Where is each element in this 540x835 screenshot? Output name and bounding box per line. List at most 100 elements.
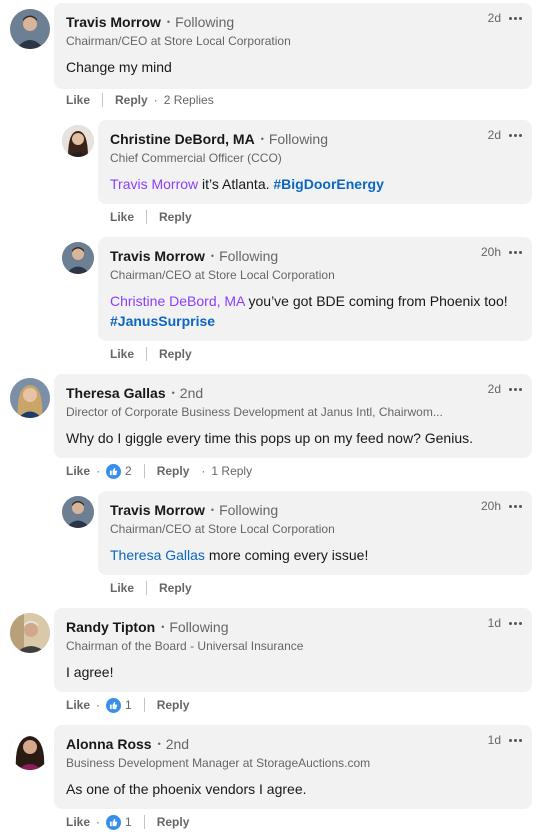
- text-fragment: more coming every issue!: [204, 547, 369, 563]
- more-options-icon[interactable]: [509, 621, 522, 625]
- connection-degree: Following: [167, 14, 234, 30]
- author-name[interactable]: Theresa Gallas: [66, 385, 166, 401]
- reply-button[interactable]: Reply: [157, 698, 190, 712]
- like-button[interactable]: Like: [110, 581, 134, 595]
- connection-degree: Following: [211, 502, 278, 518]
- divider: [146, 210, 148, 224]
- like-reaction-icon[interactable]: [106, 463, 122, 479]
- avatar[interactable]: [10, 378, 50, 418]
- like-count[interactable]: 2: [125, 464, 132, 478]
- dot-separator: ·: [96, 815, 101, 829]
- hashtag-link[interactable]: #BigDoorEnergy: [273, 176, 383, 192]
- timestamp: 20h: [480, 499, 501, 513]
- author-line: Travis Morrow Following: [110, 247, 278, 267]
- connection-degree: Following: [161, 619, 228, 635]
- avatar[interactable]: [62, 496, 94, 528]
- author-line: Travis Morrow Following: [110, 501, 278, 521]
- divider: [143, 698, 145, 712]
- author-name[interactable]: Alonna Ross: [66, 736, 152, 752]
- avatar[interactable]: [10, 730, 50, 770]
- comment-actions: Like Reply: [110, 208, 192, 226]
- divider: [146, 581, 148, 595]
- hashtag-link[interactable]: #JanusSurprise: [110, 313, 215, 329]
- more-options-icon[interactable]: [509, 504, 522, 508]
- connection-degree: 2nd: [158, 736, 189, 752]
- author-name[interactable]: Christine DeBord, MA: [110, 131, 255, 147]
- more-options-icon[interactable]: [509, 16, 522, 20]
- reply-button[interactable]: Reply: [115, 93, 148, 107]
- text-fragment: you’ve got BDE coming from Phoenix too!: [244, 293, 508, 309]
- reply-button[interactable]: Reply: [159, 210, 192, 224]
- comment-meta: 20h: [481, 245, 522, 259]
- comment-text: Travis Morrow it’s Atlanta. #BigDoorEner…: [110, 174, 518, 194]
- like-button[interactable]: Like: [110, 210, 134, 224]
- timestamp: 2d: [487, 11, 501, 25]
- author-name[interactable]: Travis Morrow: [110, 248, 205, 264]
- comment-text: Theresa Gallas more coming every issue!: [110, 545, 518, 565]
- more-options-icon[interactable]: [509, 133, 522, 137]
- mention-link[interactable]: Theresa Gallas: [110, 547, 205, 563]
- author-name[interactable]: Travis Morrow: [110, 502, 205, 518]
- author-line: Alonna Ross 2nd: [66, 735, 189, 755]
- reply-button[interactable]: Reply: [157, 815, 190, 829]
- replies-link[interactable]: 2 Replies: [164, 93, 214, 107]
- avatar[interactable]: [62, 242, 94, 274]
- like-button[interactable]: Like: [66, 815, 90, 829]
- timestamp: 20h: [480, 245, 501, 259]
- comment-meta: 1d: [488, 616, 522, 630]
- comment-actions: Like · 1 Reply: [66, 813, 189, 831]
- timestamp: 2d: [487, 382, 501, 396]
- avatar[interactable]: [62, 125, 94, 157]
- comment-text: Christine DeBord, MA you’ve got BDE comi…: [110, 291, 518, 331]
- author-headline: Chairman/CEO at Store Local Corporation: [66, 34, 291, 48]
- mention-link[interactable]: Travis Morrow: [110, 176, 198, 192]
- replies-link[interactable]: 1 Reply: [211, 464, 252, 478]
- like-reaction-icon[interactable]: [106, 814, 122, 830]
- like-button[interactable]: Like: [66, 93, 90, 107]
- mention-link[interactable]: Christine DeBord, MA: [110, 293, 245, 309]
- author-line: Christine DeBord, MA Following: [110, 130, 328, 150]
- avatar[interactable]: [10, 613, 50, 653]
- like-count[interactable]: 1: [125, 698, 132, 712]
- comment-bubble: Christine DeBord, MA Following Chief Comm…: [98, 120, 532, 204]
- reply-button[interactable]: Reply: [159, 347, 192, 361]
- comment-meta: 20h: [481, 499, 522, 513]
- like-reaction-icon[interactable]: [106, 697, 122, 713]
- timestamp: 1d: [487, 733, 501, 747]
- author-line: Theresa Gallas 2nd: [66, 384, 203, 404]
- more-options-icon[interactable]: [509, 250, 522, 254]
- author-name[interactable]: Randy Tipton: [66, 619, 155, 635]
- comment-meta: 1d: [488, 733, 522, 747]
- comment-text: I agree!: [66, 664, 114, 680]
- author-name[interactable]: Travis Morrow: [66, 14, 161, 30]
- divider: [143, 815, 145, 829]
- divider: [143, 464, 145, 478]
- comment-meta: 2d: [488, 128, 522, 142]
- comment-bubble: Travis Morrow Following Chairman/CEO at S…: [98, 491, 532, 575]
- text-fragment: it’s Atlanta.: [198, 176, 274, 192]
- author-headline: Chief Commercial Officer (CCO): [110, 151, 282, 165]
- like-count[interactable]: 1: [125, 815, 132, 829]
- more-options-icon[interactable]: [509, 738, 522, 742]
- dot-separator: ·: [201, 464, 206, 478]
- more-options-icon[interactable]: [509, 387, 522, 391]
- author-headline: Director of Corporate Business Developme…: [66, 405, 443, 419]
- like-button[interactable]: Like: [66, 464, 90, 478]
- comment-actions: Like Reply · 2 Replies: [66, 91, 214, 109]
- divider: [146, 347, 148, 361]
- dot-separator: ·: [96, 464, 101, 478]
- dot-separator: ·: [96, 698, 101, 712]
- like-button[interactable]: Like: [66, 698, 90, 712]
- author-headline: Business Development Manager at StorageA…: [66, 756, 371, 770]
- comment-bubble: Randy Tipton Following Chairman of the Bo…: [54, 608, 532, 692]
- comment-bubble: Travis Morrow Following Chairman/CEO at S…: [54, 3, 532, 89]
- comment-meta: 2d: [488, 382, 522, 396]
- author-headline: Chairman/CEO at Store Local Corporation: [110, 522, 335, 536]
- avatar[interactable]: [10, 9, 50, 49]
- comment-bubble: Alonna Ross 2nd Business Development Mana…: [54, 725, 532, 809]
- like-button[interactable]: Like: [110, 347, 134, 361]
- reply-button[interactable]: Reply: [159, 581, 192, 595]
- timestamp: 1d: [487, 616, 501, 630]
- reply-button[interactable]: Reply: [157, 464, 190, 478]
- connection-degree: 2nd: [172, 385, 203, 401]
